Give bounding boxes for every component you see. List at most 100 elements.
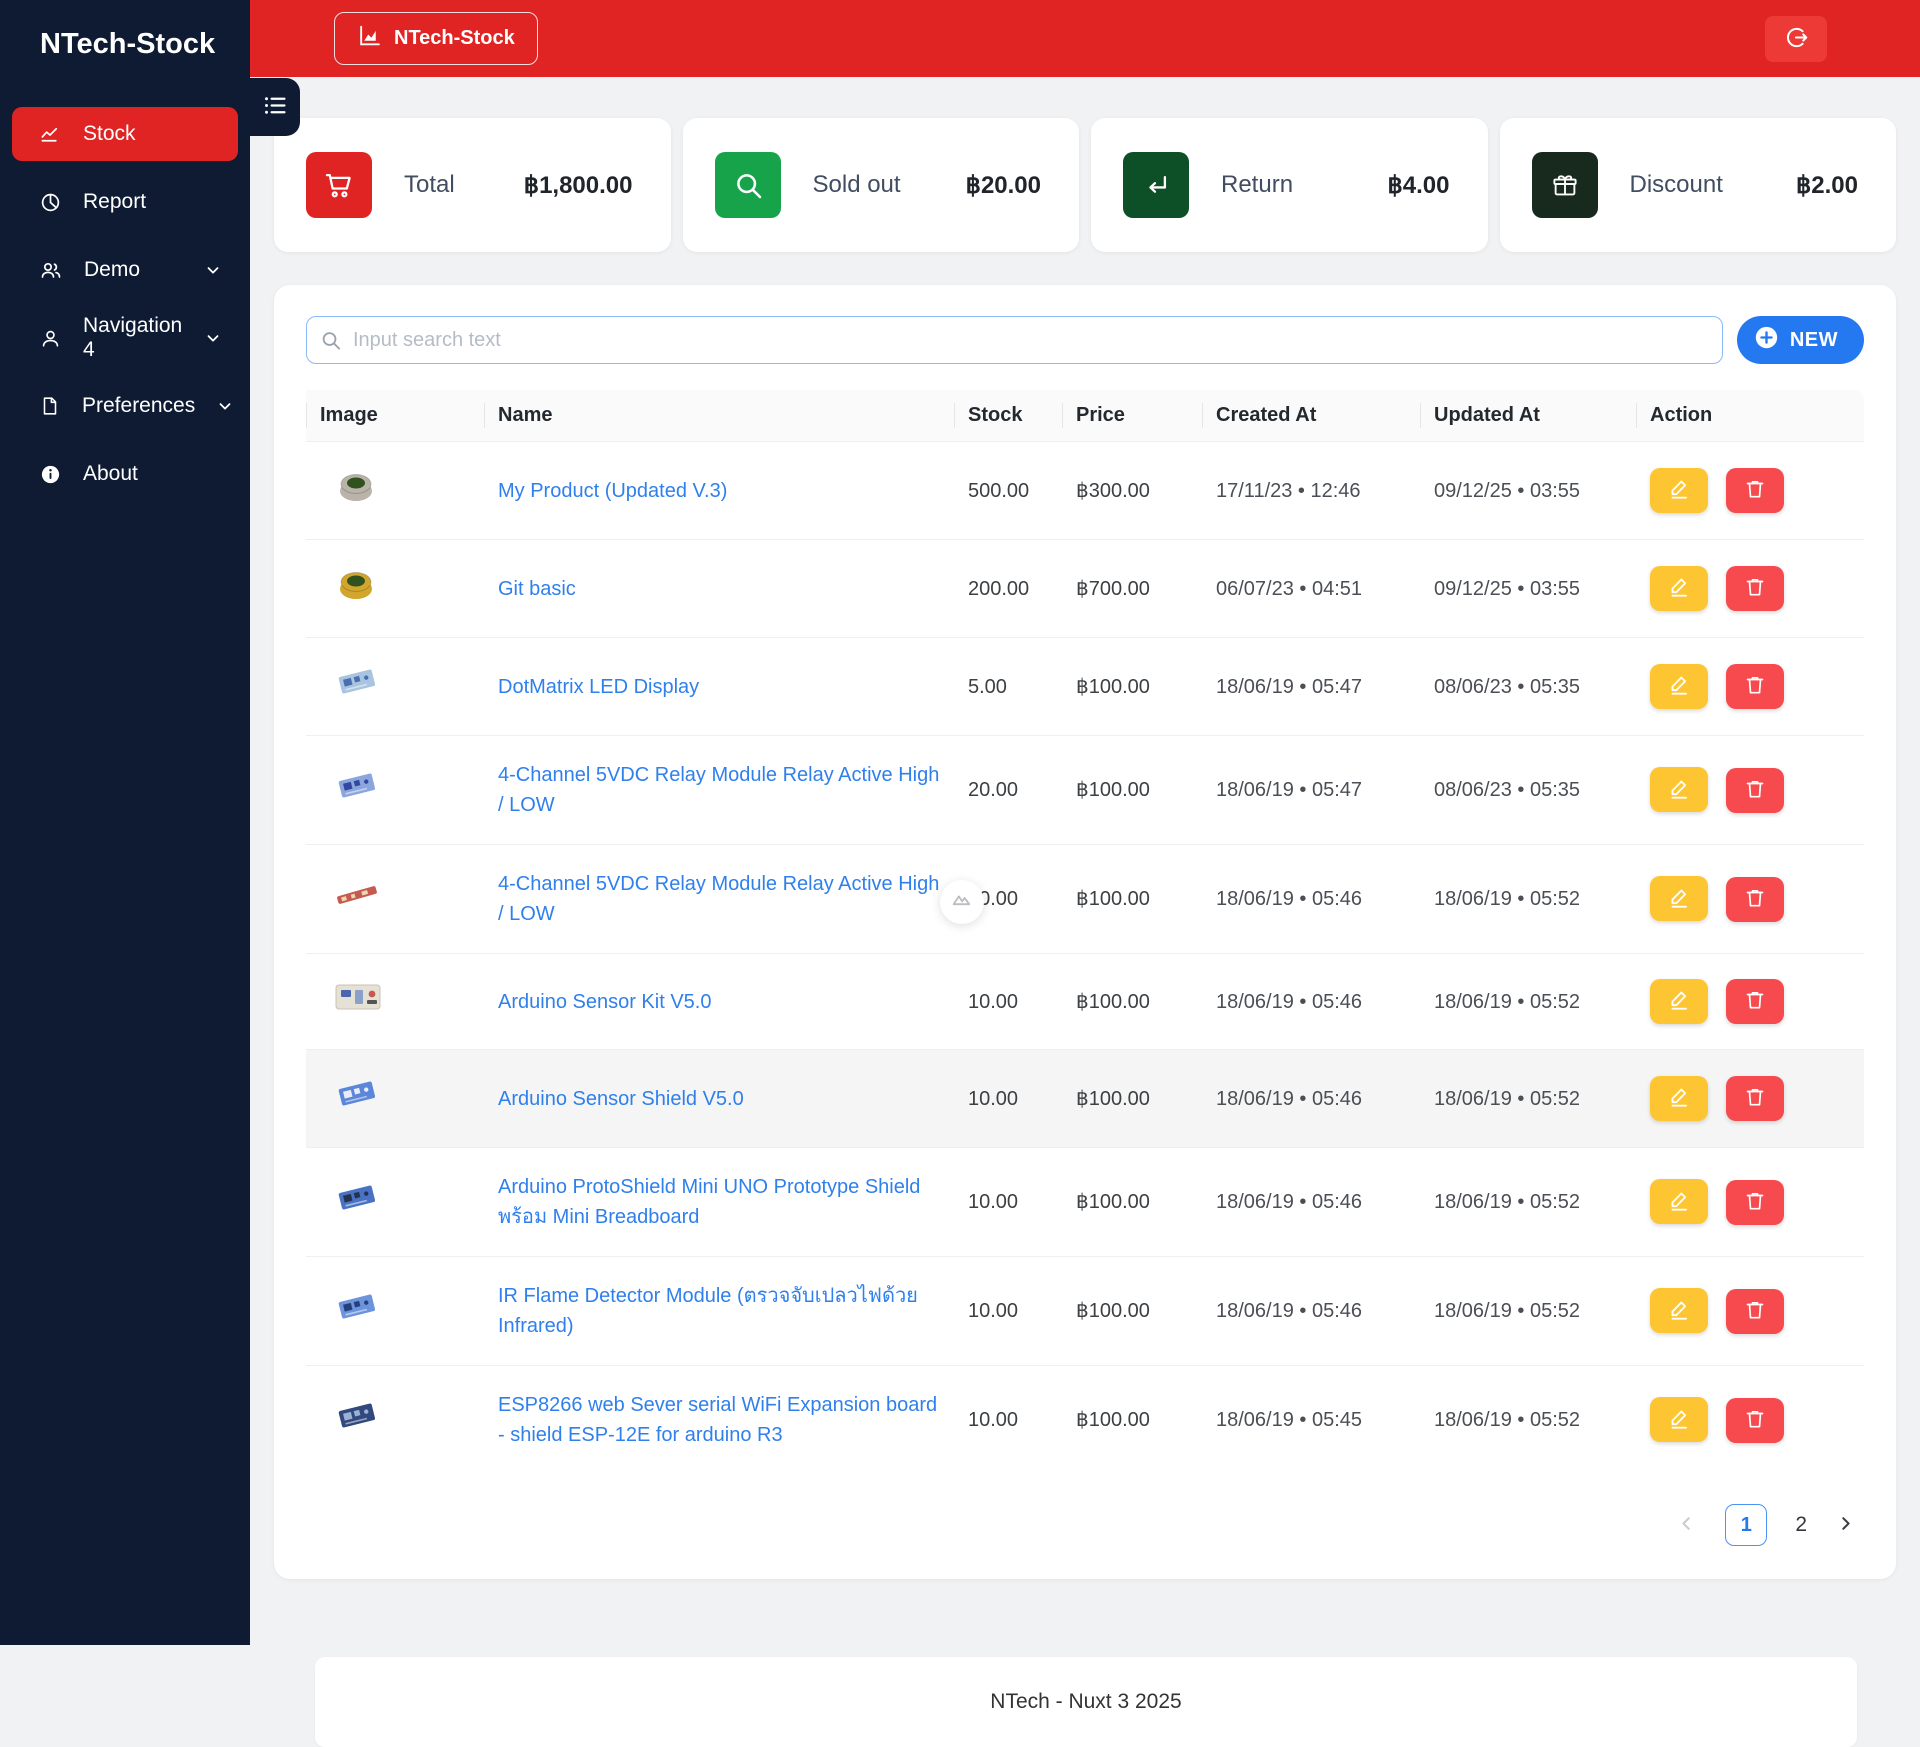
trash-icon (1743, 1407, 1767, 1434)
chartline-icon (39, 123, 62, 146)
search-wrap (306, 316, 1723, 364)
trash-icon (1743, 1085, 1767, 1112)
sidebar-item-label: About (83, 462, 138, 485)
edit-button[interactable] (1650, 663, 1708, 709)
brand-label: NTech-Stock (394, 27, 515, 49)
product-thumbnail (332, 984, 384, 1021)
delete-button[interactable] (1725, 664, 1784, 710)
delete-button[interactable] (1725, 767, 1784, 813)
trash-icon (1743, 673, 1767, 700)
product-name-link[interactable]: Arduino ProtoShield Mini UNO Prototype S… (498, 1176, 920, 1228)
delete-button[interactable] (1725, 1076, 1784, 1122)
sidebar-item-preferences[interactable]: Preferences (12, 379, 238, 433)
edit-icon (1667, 1188, 1692, 1216)
created-at-cell: 18/06/19 • 05:46 (1202, 1049, 1420, 1148)
search-input[interactable] (306, 316, 1723, 364)
price-cell: ฿100.00 (1062, 735, 1202, 845)
returnic-icon (1123, 152, 1189, 218)
product-thumbnail (332, 669, 382, 707)
edit-icon (1667, 476, 1692, 504)
price-cell: ฿100.00 (1062, 844, 1202, 954)
area-chart-icon (357, 23, 382, 54)
edit-button[interactable] (1650, 1075, 1708, 1121)
product-name-link[interactable]: Arduino Sensor Kit V5.0 (498, 991, 711, 1013)
edit-button[interactable] (1650, 978, 1708, 1024)
column-header: Name (484, 390, 954, 442)
pagination-next-button[interactable] (1835, 1513, 1856, 1537)
stat-label: Discount (1629, 171, 1723, 198)
search-row: NEW (306, 316, 1864, 364)
stat-card-return: Return ฿4.00 (1091, 118, 1488, 252)
product-name-link[interactable]: 4-Channel 5VDC Relay Module Relay Active… (498, 764, 939, 816)
stock-cell: 10.00 (954, 1049, 1062, 1148)
product-name-link[interactable]: Git basic (498, 578, 576, 600)
delete-button[interactable] (1725, 1397, 1784, 1443)
table-row: 4-Channel 5VDC Relay Module Relay Active… (306, 735, 1864, 845)
edit-icon (1667, 987, 1692, 1015)
table-row: DotMatrix LED Display 5.00 ฿100.00 18/06… (306, 637, 1864, 736)
sidebar-item-report[interactable]: Report (12, 175, 238, 229)
product-image-cell (306, 1256, 484, 1366)
edit-icon (1667, 574, 1692, 602)
edit-button[interactable] (1650, 1288, 1708, 1334)
edit-button[interactable] (1650, 1397, 1708, 1443)
action-cell (1636, 1147, 1864, 1257)
product-name-link[interactable]: 4-Channel 5VDC Relay Module Relay Active… (498, 873, 939, 925)
stat-value: ฿2.00 (1796, 171, 1858, 199)
pagination-page-2[interactable]: 2 (1795, 1513, 1807, 1537)
price-cell: ฿100.00 (1062, 637, 1202, 736)
table-row: Arduino Sensor Shield V5.0 10.00 ฿100.00… (306, 1049, 1864, 1148)
logout-button[interactable] (1765, 15, 1827, 62)
pagination-prev-button[interactable] (1676, 1513, 1697, 1537)
edit-button[interactable] (1650, 1179, 1708, 1225)
product-name-link[interactable]: Arduino Sensor Shield V5.0 (498, 1088, 744, 1110)
new-button[interactable]: NEW (1736, 316, 1864, 364)
pagination-page-1[interactable]: 1 (1725, 1504, 1768, 1546)
delete-button[interactable] (1725, 1179, 1784, 1225)
created-at-cell: 17/11/23 • 12:46 (1202, 441, 1420, 540)
mountain-icon (950, 887, 975, 917)
price-cell: ฿100.00 (1062, 1049, 1202, 1148)
product-image-cell (306, 441, 484, 540)
column-header: Image (306, 390, 484, 442)
product-name-link[interactable]: ESP8266 web Sever serial WiFi Expansion … (498, 1394, 937, 1446)
sidebar-item-label: Navigation 4 (83, 314, 183, 361)
product-name-link[interactable]: IR Flame Detector Module (ตรวจจับเปลวไฟด… (498, 1285, 918, 1337)
brand-button[interactable]: NTech-Stock (334, 12, 538, 65)
sidebar-item-demo[interactable]: Demo (12, 243, 238, 297)
created-at-cell: 18/06/19 • 05:46 (1202, 1256, 1420, 1366)
edit-button[interactable] (1650, 876, 1708, 922)
delete-button[interactable] (1725, 566, 1784, 612)
updated-at-cell: 18/06/19 • 05:52 (1420, 1256, 1636, 1366)
sidebar-item-stock[interactable]: Stock (12, 107, 238, 161)
chevron-down-icon (204, 329, 222, 347)
action-cell (1636, 637, 1864, 736)
trash-icon (1743, 886, 1767, 913)
delete-button[interactable] (1725, 468, 1784, 514)
stock-cell: 10.00 (954, 1365, 1062, 1474)
edit-icon (1667, 1297, 1692, 1325)
sidebar-toggle-button[interactable] (250, 78, 300, 136)
edit-button[interactable] (1650, 565, 1708, 611)
delete-button[interactable] (1725, 979, 1784, 1025)
edit-button[interactable] (1650, 467, 1708, 513)
stock-cell: 200.00 (954, 539, 1062, 638)
sidebar-item-about[interactable]: About (12, 447, 238, 501)
updated-at-cell: 09/12/25 • 03:55 (1420, 441, 1636, 540)
stat-label: Sold out (812, 171, 901, 198)
delete-button[interactable] (1725, 1288, 1784, 1334)
product-name-link[interactable]: My Product (Updated V.3) (498, 480, 727, 502)
topbar: NTech-Stock (250, 0, 1920, 77)
trash-icon (1743, 988, 1767, 1015)
sidebar-item-navigation[interactable]: Navigation 4 (12, 311, 238, 365)
edit-icon (1667, 776, 1692, 804)
action-cell (1636, 735, 1864, 845)
sidebar-item-label: Preferences (82, 394, 196, 417)
product-thumbnail (332, 773, 382, 811)
updated-at-cell: 08/06/23 • 05:35 (1420, 637, 1636, 736)
created-at-cell: 06/07/23 • 04:51 (1202, 539, 1420, 638)
created-at-cell: 18/06/19 • 05:45 (1202, 1365, 1420, 1474)
edit-button[interactable] (1650, 767, 1708, 813)
delete-button[interactable] (1725, 876, 1784, 922)
product-name-link[interactable]: DotMatrix LED Display (498, 676, 699, 698)
